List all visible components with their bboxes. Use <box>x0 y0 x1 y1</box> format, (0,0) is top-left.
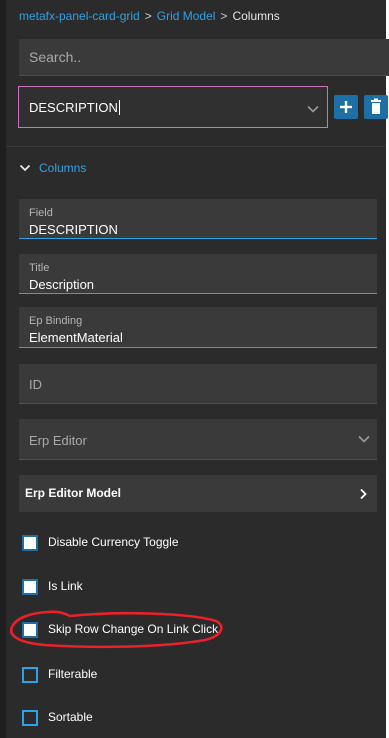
ep-binding-value: ElementMaterial <box>29 330 123 345</box>
field-value: DESCRIPTION <box>29 222 118 237</box>
section-title: Columns <box>39 161 87 175</box>
checkbox-label: Disable Currency Toggle <box>48 535 179 549</box>
add-column-button[interactable] <box>334 95 358 119</box>
field-input[interactable]: Field DESCRIPTION <box>19 199 377 239</box>
properties-panel: metafx-panel-card-grid > Grid Model > Column… <box>0 0 389 738</box>
breadcrumb: metafx-panel-card-grid > Grid Model > Column… <box>19 9 280 23</box>
field-label: Field <box>29 207 53 219</box>
checkbox-label: Is Link <box>48 579 83 593</box>
column-select[interactable]: DESCRIPTION <box>18 86 328 128</box>
search-box <box>19 39 389 76</box>
checkbox-box[interactable] <box>22 667 38 683</box>
id-placeholder: ID <box>29 377 42 392</box>
breadcrumb-item-columns: Columns <box>232 9 280 23</box>
checkbox-box[interactable] <box>22 622 38 638</box>
ep-binding-label: Ep Binding <box>29 315 83 327</box>
chevron-down-icon <box>358 435 370 443</box>
erp-editor-select[interactable]: Erp Editor <box>19 419 377 460</box>
breadcrumb-item-grid-model[interactable]: Grid Model <box>157 9 216 23</box>
trash-icon <box>371 98 381 114</box>
plus-icon <box>340 101 352 113</box>
title-input[interactable]: Title Description <box>19 254 377 294</box>
breadcrumb-separator: > <box>220 9 228 23</box>
search-input[interactable] <box>19 39 389 75</box>
column-select-value: DESCRIPTION <box>29 100 120 115</box>
title-value: Description <box>29 277 95 292</box>
checkbox-label: Filterable <box>48 667 98 681</box>
chevron-right-icon <box>360 488 367 500</box>
checkbox-label: Sortable <box>48 710 93 724</box>
erp-editor-model-row[interactable]: Erp Editor Model <box>19 475 377 512</box>
erp-editor-model-label: Erp Editor Model <box>25 486 121 500</box>
checkbox-box[interactable] <box>22 579 38 595</box>
id-input[interactable]: ID <box>19 364 377 404</box>
text-caret <box>118 100 120 115</box>
checkbox-box[interactable] <box>22 535 38 551</box>
chevron-down-icon <box>307 105 319 113</box>
ep-binding-input[interactable]: Ep Binding ElementMaterial <box>19 307 377 348</box>
breadcrumb-separator: > <box>144 9 152 23</box>
erp-editor-placeholder: Erp Editor <box>29 433 87 448</box>
delete-column-button[interactable] <box>364 95 388 119</box>
panel-edge <box>0 0 6 738</box>
column-select-text: DESCRIPTION <box>29 100 118 115</box>
divider <box>6 146 386 147</box>
chevron-down-icon <box>19 164 31 172</box>
checkbox-box[interactable] <box>22 710 38 726</box>
checkbox-label: Skip Row Change On Link Click <box>48 622 219 636</box>
breadcrumb-item-card-grid[interactable]: metafx-panel-card-grid <box>19 9 140 23</box>
title-label: Title <box>29 262 50 274</box>
